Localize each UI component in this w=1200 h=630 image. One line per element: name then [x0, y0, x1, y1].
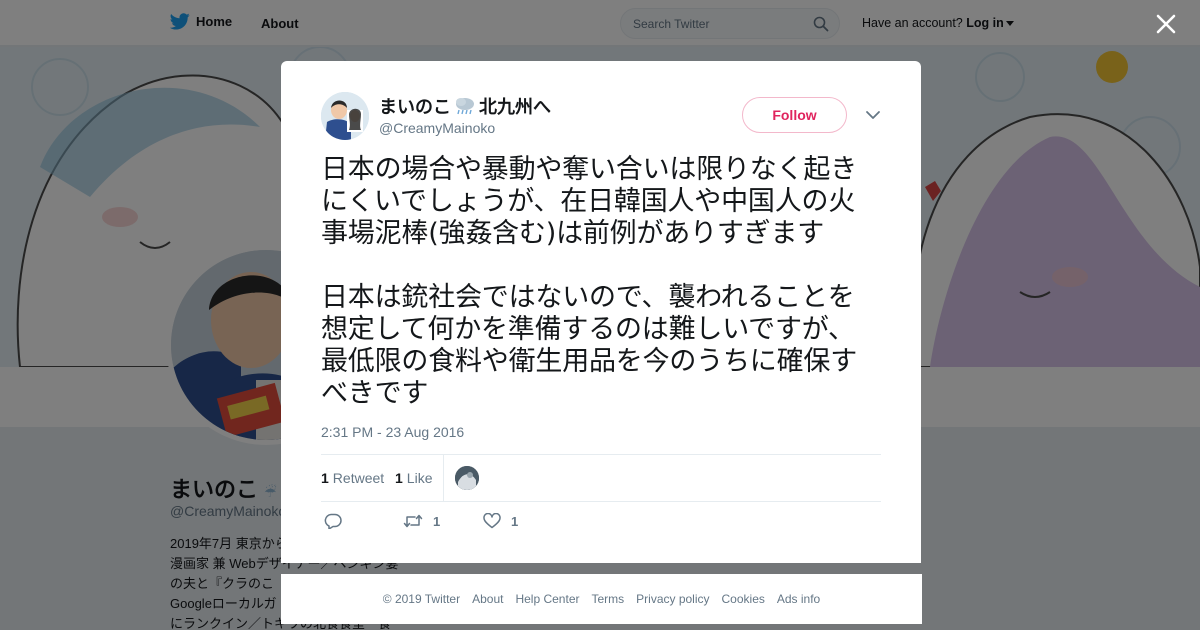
tweet-modal: まいのこ 北九州へ @CreamyMainoko Follow 日本の場合や暴動… [281, 61, 921, 563]
reply-icon [324, 513, 342, 529]
chevron-down-icon[interactable] [865, 109, 881, 121]
liker-avatar[interactable] [455, 466, 479, 490]
like-stat-label: Like [406, 470, 433, 486]
stats-divider [443, 455, 444, 501]
footer-copyright[interactable]: © 2019 Twitter [383, 592, 460, 606]
retweet-icon [403, 514, 423, 528]
footer-link-privacy[interactable]: Privacy policy [636, 592, 709, 606]
author-name-text: まいのこ [379, 97, 451, 117]
follow-button[interactable]: Follow [742, 97, 847, 133]
footer-link-cookies[interactable]: Cookies [722, 592, 765, 606]
retweet-count: 1 [321, 470, 329, 486]
rain-cloud-icon [456, 98, 474, 115]
footer-link-ads-info[interactable]: Ads info [777, 592, 820, 606]
tweet-timestamp[interactable]: 2:31 PM - 23 Aug 2016 [321, 424, 464, 440]
close-icon[interactable] [1154, 12, 1178, 36]
footer-link-help-center[interactable]: Help Center [515, 592, 579, 606]
author-avatar-image [321, 92, 369, 140]
retweet-button[interactable]: 1 [403, 513, 440, 529]
footer-link-terms[interactable]: Terms [591, 592, 624, 606]
author-name-suffix: 北九州へ [479, 97, 551, 117]
heart-icon [483, 513, 501, 529]
retweet-stat[interactable]: 1 Retweet [321, 470, 384, 486]
footer-link-about[interactable]: About [472, 592, 503, 606]
author-name[interactable]: まいのこ 北九州へ [379, 93, 551, 119]
retweet-action-count: 1 [433, 513, 441, 529]
tweet-stats: 1 Retweet 1 Like [321, 454, 881, 502]
tweet-actions: 1 1 [321, 513, 881, 537]
author-handle[interactable]: @CreamyMainoko [379, 120, 495, 136]
tweet-text: 日本の場合や暴動や奪い合いは限りなく起き にくいでしょうが、在日韓国人や中国人の… [321, 154, 857, 409]
like-button[interactable]: 1 [483, 513, 518, 529]
liker-avatar-image [455, 466, 479, 490]
like-action-count: 1 [511, 513, 519, 529]
retweet-stat-label: Retweet [332, 470, 385, 486]
reply-button[interactable] [324, 513, 342, 529]
author-avatar[interactable] [321, 92, 369, 140]
like-stat[interactable]: 1 Like [395, 470, 432, 486]
like-count: 1 [395, 470, 403, 486]
modal-footer: © 2019 Twitter About Help Center Terms P… [281, 574, 922, 624]
